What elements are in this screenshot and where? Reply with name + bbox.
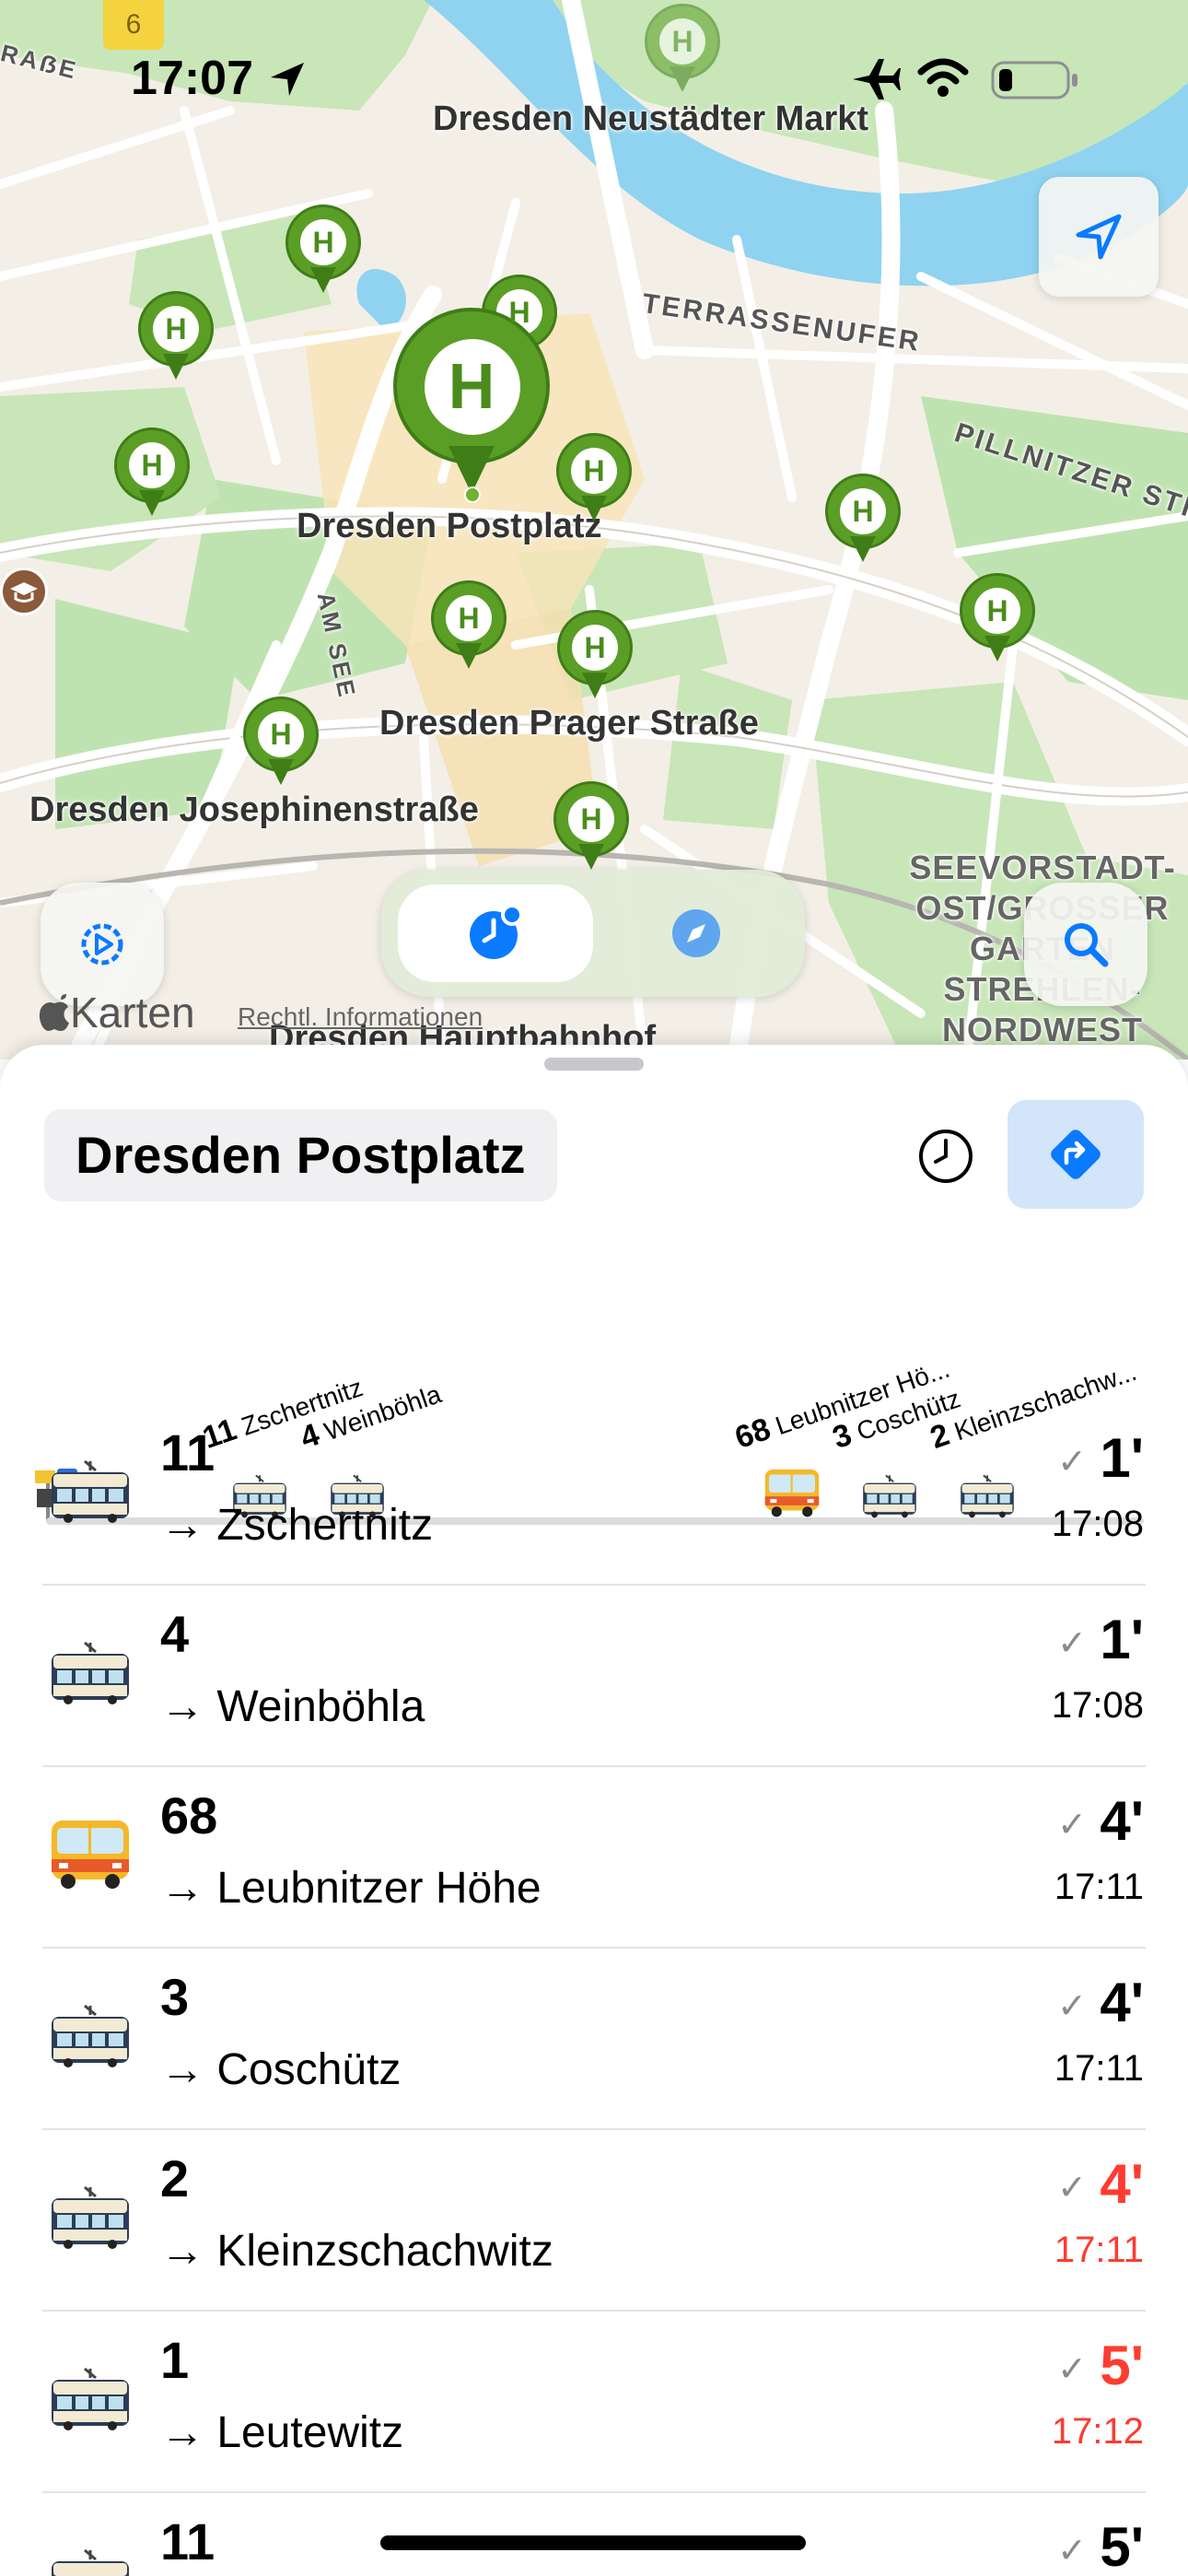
departure-time: 17:11 [1054,1867,1144,1907]
destination: → Zschertnitz [160,1501,434,1550]
tram-icon [48,1641,133,1710]
school-poi-icon[interactable] [0,568,48,615]
sheet-grabber[interactable] [544,1058,644,1071]
realtime-check-icon: ✓ [1057,2350,1087,2389]
destination: → Leutewitz [160,2408,404,2457]
minutes-until-departure: 4' [1100,2153,1144,2215]
departure-row[interactable]: 4 → Weinböhla ✓ 1' 17:08 [0,1586,1188,1767]
departure-row[interactable]: 2 → Kleinzschachwitz ✓ 4' 17:11 [0,2130,1188,2312]
departure-row[interactable]: 11 ✓ 5' [0,2493,1188,2576]
time-picker-button[interactable] [915,1126,976,1187]
line-number: 4 [160,1605,190,1663]
line-number: 11 [160,1423,215,1481]
map-view[interactable]: RAẞE Dresden Neustädter Markt TERRASSENU… [0,0,1188,1060]
airplane-icon [853,59,901,100]
status-time: 17:07 [131,52,253,105]
selected-stop-pin[interactable]: H [393,308,550,503]
compass-icon [672,909,720,957]
realtime-check-icon: ✓ [1057,1806,1087,1844]
tram-icon [48,1459,133,1528]
maps-attribution: Karten [39,988,195,1037]
stop-title[interactable]: Dresden Postplatz [44,1109,557,1201]
clock-badge-icon [470,904,523,959]
stop-label-prager-strasse[interactable]: Dresden Prager Straße [379,704,759,744]
realtime-check-icon: ✓ [1057,2169,1087,2207]
tram-icon [48,2185,133,2254]
location-arrow-icon [271,63,304,96]
search-button[interactable] [1024,883,1147,1006]
wifi-icon [917,58,969,97]
gear-play-icon [81,923,123,966]
realtime-check-icon: ✓ [1057,2532,1087,2570]
destination: → Leubnitzer Höhe [160,1864,542,1913]
realtime-check-icon: ✓ [1057,1987,1087,2026]
maps-brand-label: Karten [70,989,195,1036]
directions-button[interactable] [1007,1100,1144,1209]
departure-row[interactable]: 68 → Leubnitzer Höhe ✓ 4' 17:11 [0,1767,1188,1949]
stop-pin[interactable]: H [557,610,633,702]
minutes-until-departure: 4' [1100,1790,1144,1852]
minutes-until-departure: 5' [1100,2516,1144,2576]
calendar-badge: 6 [103,0,164,50]
realtime-check-icon: ✓ [1057,1624,1087,1663]
line-number: 11 [160,2512,215,2570]
location-arrow-icon [1076,214,1122,260]
departures-sheet[interactable]: Dresden Postplatz 11 Zschertnitz 4 Weinbö… [0,1045,1188,2576]
stop-pin[interactable]: H [556,433,632,525]
stop-pin[interactable]: H [431,580,507,673]
stop-pin[interactable]: H [825,474,901,566]
departure-row[interactable]: 1 → Leutewitz ✓ 5' 17:12 [0,2312,1188,2493]
departures-mode-tab[interactable] [398,884,593,982]
destination: → Kleinzschachwitz [160,2227,553,2276]
stop-pin[interactable]: H [960,573,1035,665]
realtime-check-icon: ✓ [1057,1443,1087,1481]
minutes-until-departure: 4' [1100,1972,1144,2033]
tram-icon [48,2367,133,2436]
line-number: 1 [160,2331,190,2389]
departure-list[interactable]: 11 → Zschertnitz ✓ 1' 17:08 4 → Weinböhla ✓ 1' 17… [0,1404,1188,2576]
stop-pin[interactable]: H [138,291,214,383]
status-bar: 6 17:07 [0,0,1188,111]
minutes-until-departure: 1' [1100,1609,1144,1670]
departure-row[interactable]: 11 → Zschertnitz ✓ 1' 17:08 [0,1404,1188,1586]
battery-icon [991,61,1077,100]
stop-label-josephinenstrasse[interactable]: Dresden Josephinenstraße [29,790,479,830]
departure-time: 17:11 [1054,2048,1144,2089]
line-number: 68 [160,1786,218,1844]
locate-me-button[interactable] [1039,177,1159,297]
destination: → Weinböhla [160,1682,425,1731]
departure-time: 17:12 [1051,2411,1144,2452]
minutes-until-departure: 1' [1100,1427,1144,1489]
stop-pin[interactable]: H [553,781,629,873]
tram-icon [48,2548,133,2576]
minutes-until-departure: 5' [1100,2335,1144,2396]
departure-row[interactable]: 3 → Coschütz ✓ 4' 17:11 [0,1949,1188,2130]
line-number: 2 [160,2149,190,2207]
mode-segmented-control[interactable] [381,870,805,997]
search-icon [1065,923,1109,967]
home-indicator[interactable] [380,2535,806,2550]
departure-time: 17:08 [1051,1504,1144,1544]
line-number: 3 [160,1968,190,2026]
destination: → Coschütz [160,2045,402,2094]
bus-icon [48,1817,133,1895]
directions-icon [1051,1130,1101,1179]
stop-pin[interactable]: H [285,205,361,297]
tram-icon [48,2004,133,2073]
apple-logo-icon [39,994,69,1031]
compass-mode-tab[interactable] [599,884,794,982]
departure-time: 17:08 [1051,1685,1144,1726]
legal-info-link[interactable]: Rechtl. Informationen [238,1002,483,1032]
stop-pin[interactable]: H [114,427,190,520]
departure-time: 17:11 [1054,2230,1144,2270]
stop-pin[interactable]: H [243,697,319,789]
clock-icon [919,1130,973,1183]
